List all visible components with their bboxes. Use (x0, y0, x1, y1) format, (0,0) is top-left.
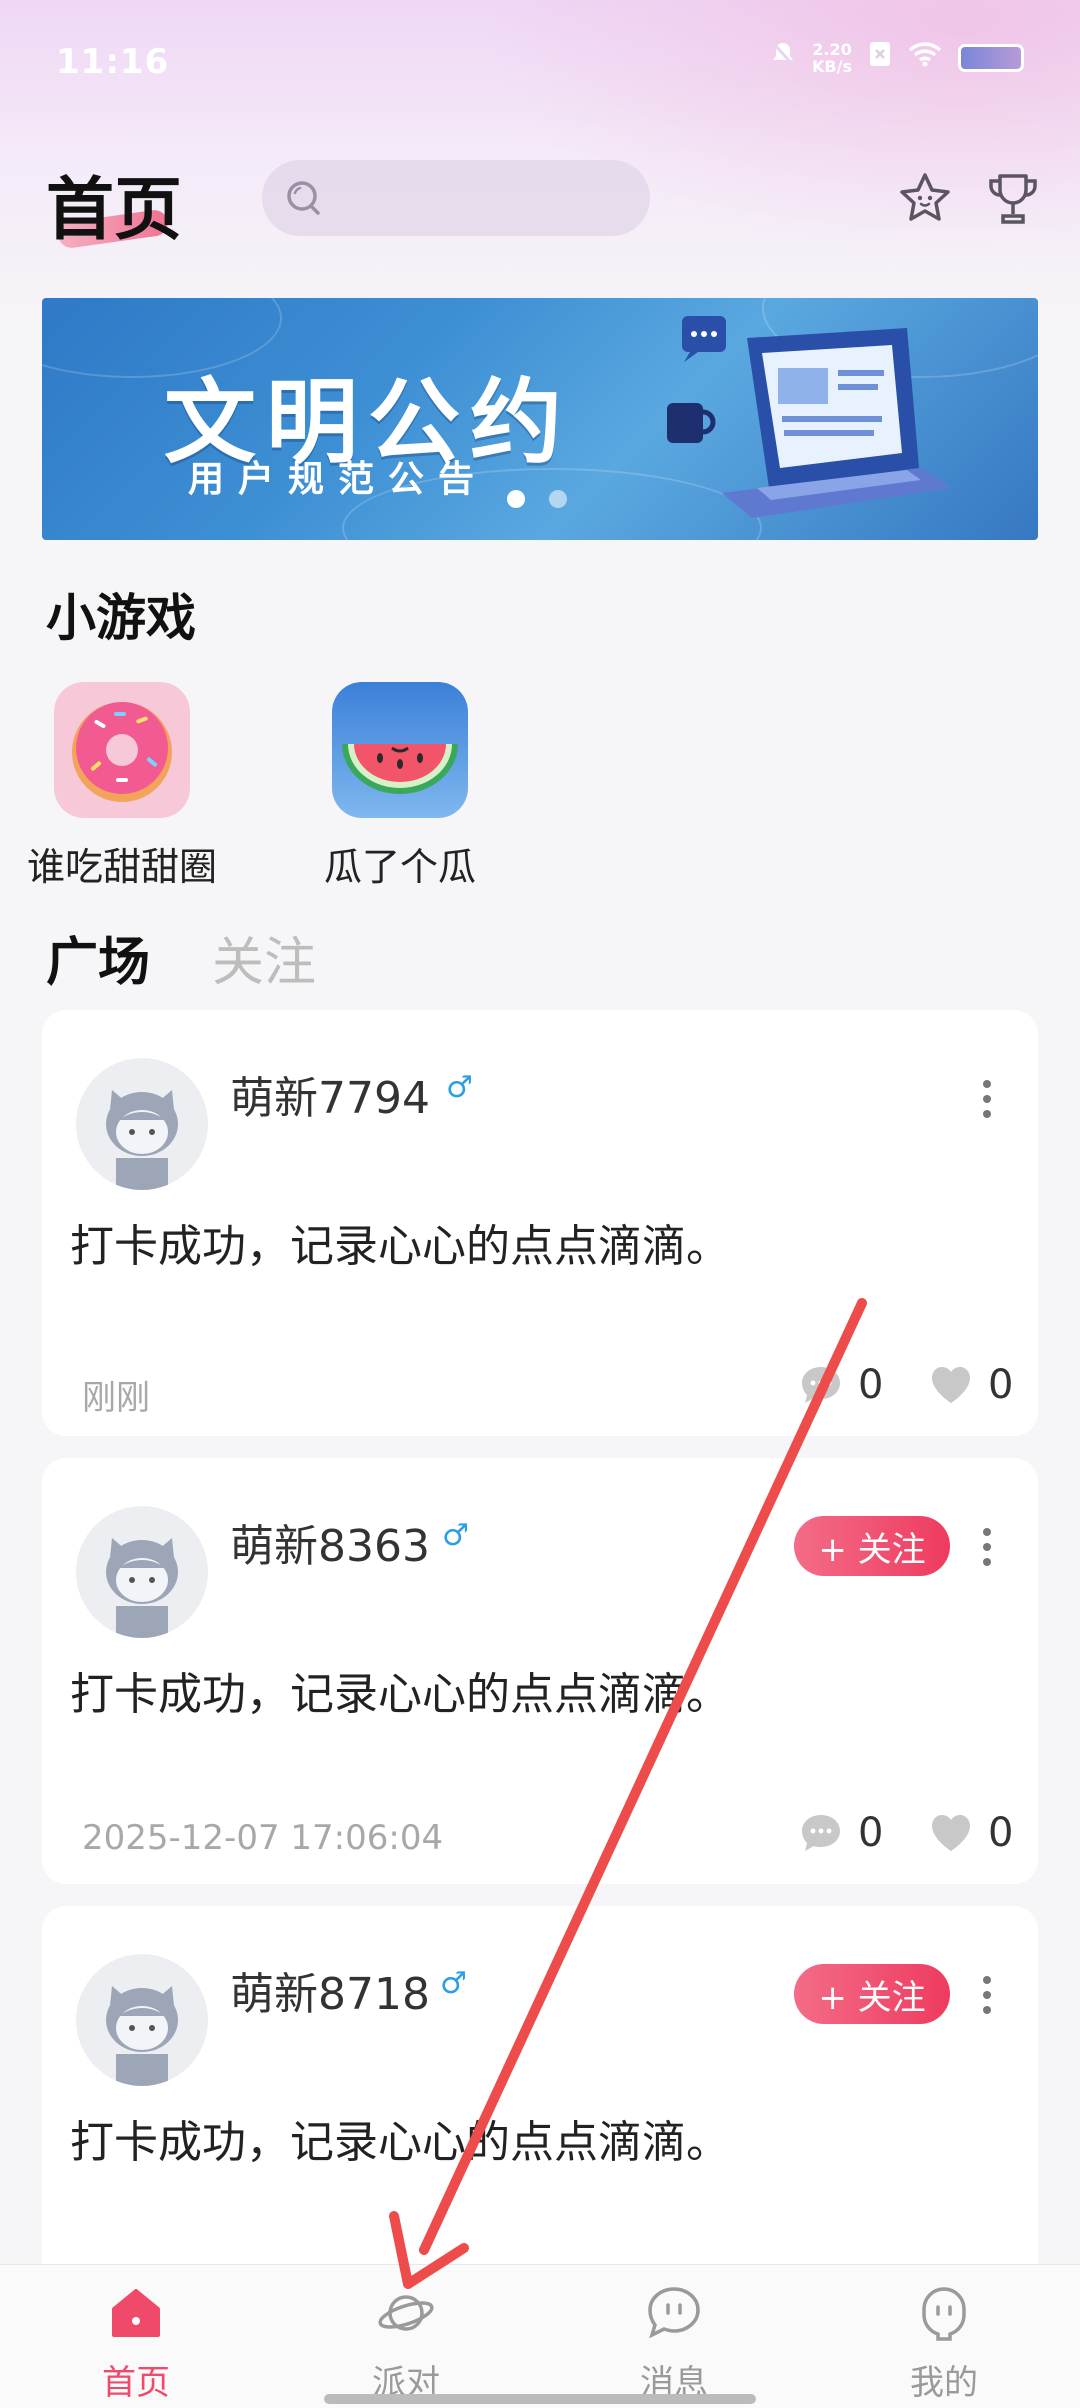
banner-subtitle: 用户规范公告 (188, 459, 489, 500)
male-icon: ♂ (440, 1966, 467, 2001)
like-count[interactable]: 0 (928, 1362, 1013, 1408)
net-speed: 2.20 KB/s (812, 41, 852, 75)
post-text: 打卡成功，记录心心的点点滴滴。 (70, 1221, 730, 1272)
more-icon[interactable] (982, 1528, 992, 1568)
follow-button[interactable]: + 关注 (794, 1964, 950, 2024)
avatar[interactable] (76, 1058, 208, 1190)
banner-dot-1[interactable] (507, 490, 525, 508)
post-time: 2025-12-07 17:06:04 (82, 1818, 444, 1858)
male-icon: ♂ (442, 1518, 469, 1553)
battery-icon (958, 43, 1024, 72)
comment-icon (802, 1367, 840, 1403)
username[interactable]: 萌新7794 (230, 1062, 430, 1126)
net-speed-value: 2.20 (812, 39, 852, 59)
game-name: 瓜了个瓜 (323, 845, 476, 889)
banner-dot-2[interactable] (549, 490, 567, 508)
status-time: 11:16 (56, 42, 170, 82)
message-icon (648, 2287, 700, 2339)
like-count-value: 0 (988, 1810, 1014, 1856)
more-icon[interactable] (982, 1080, 992, 1120)
post-card[interactable]: 萌新8363 ♂ + 关注 打卡成功，记录心心的点点滴滴。 2025-12-07… (42, 1458, 1038, 1884)
post-text: 打卡成功，记录心心的点点滴滴。 (70, 1669, 730, 1720)
more-icon[interactable] (982, 1976, 992, 2016)
net-speed-unit: KB/s (812, 56, 852, 76)
comment-count[interactable]: 0 (798, 1810, 883, 1856)
watermelon-icon (332, 682, 468, 818)
heart-icon (932, 1367, 970, 1403)
planet-icon (378, 2295, 434, 2331)
tab-following[interactable]: 关注 (212, 920, 316, 995)
game-name: 谁吃甜甜圈 (26, 845, 217, 889)
follow-button[interactable]: + 关注 (794, 1516, 950, 1576)
sim-icon (868, 40, 892, 75)
profile-icon (922, 2287, 966, 2341)
app-header: 首页 (0, 140, 1080, 260)
silent-bell-icon (770, 40, 796, 75)
status-bar: 11:16 2.20 KB/s (0, 0, 1080, 125)
star-icon[interactable] (896, 170, 954, 228)
search-input[interactable] (338, 160, 628, 236)
like-count[interactable]: 0 (928, 1810, 1013, 1856)
post-time: 刚刚 (82, 1378, 150, 1418)
post-card[interactable]: 萌新7794 ♂ 打卡成功，记录心心的点点滴滴。 刚刚 0 0 (42, 1010, 1038, 1436)
tab-square[interactable]: 广场 (46, 920, 150, 995)
mini-games-title: 小游戏 (46, 589, 196, 647)
nav-party[interactable]: 派对 (326, 2283, 486, 2404)
donut-icon (54, 682, 190, 818)
male-icon: ♂ (446, 1070, 473, 1105)
search-icon (287, 181, 320, 215)
search-bar[interactable] (262, 160, 650, 236)
bottom-nav: 首页 派对 消息 我的 (0, 2264, 1080, 2408)
like-count-value: 0 (988, 1362, 1014, 1408)
home-indicator[interactable] (324, 2394, 756, 2404)
banner-pagination (507, 490, 567, 508)
status-icons: 2.20 KB/s (770, 40, 1024, 75)
home-icon (112, 2289, 160, 2337)
username[interactable]: 萌新8363 (230, 1510, 430, 1574)
nav-label: 首页 (102, 2363, 170, 2403)
page-title: 首页 (46, 171, 183, 250)
announcement-banner[interactable]: 文明公约 用户规范公告 (42, 298, 1038, 540)
game-item-donut[interactable]: 谁吃甜甜圈 (2, 682, 242, 891)
avatar[interactable] (76, 1506, 208, 1638)
comment-count-value: 0 (858, 1362, 884, 1408)
comment-count-value: 0 (858, 1810, 884, 1856)
comment-count[interactable]: 0 (798, 1362, 883, 1408)
wifi-icon (908, 41, 942, 74)
nav-label: 我的 (910, 2363, 978, 2403)
avatar[interactable] (76, 1954, 208, 2086)
post-card[interactable]: 萌新8718 ♂ + 关注 打卡成功，记录心心的点点滴滴。 (42, 1906, 1038, 2306)
comment-icon (802, 1815, 840, 1851)
nav-profile[interactable]: 我的 (864, 2283, 1024, 2404)
heart-icon (932, 1815, 970, 1851)
post-text: 打卡成功，记录心心的点点滴滴。 (70, 2117, 730, 2168)
nav-messages[interactable]: 消息 (594, 2283, 754, 2404)
nav-home[interactable]: 首页 (56, 2283, 216, 2404)
laptop-illustration (667, 316, 952, 518)
username[interactable]: 萌新8718 (230, 1958, 430, 2022)
trophy-icon[interactable] (984, 170, 1042, 228)
game-item-watermelon[interactable]: 瓜了个瓜 (280, 682, 520, 891)
